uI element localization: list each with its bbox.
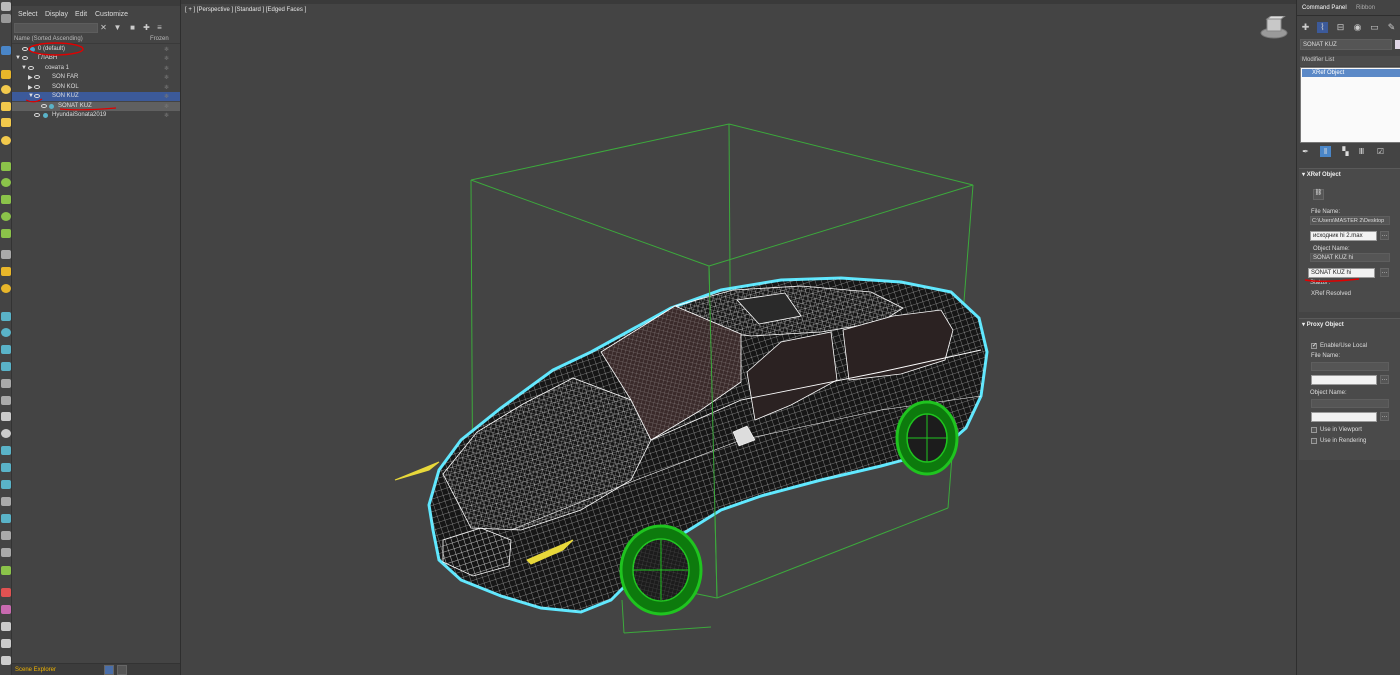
pin-icon[interactable]	[1, 312, 11, 321]
make-unique-icon[interactable]: ▚	[1340, 146, 1351, 157]
proxy-browse-object-button[interactable]: …	[1380, 412, 1389, 421]
proxy-object-display	[1311, 399, 1389, 408]
hierarchy-icon[interactable]: ⊟	[1335, 22, 1346, 33]
xref-browse-icon[interactable]: ⛓	[1313, 189, 1324, 200]
proxy-object-name-label: Object Name:	[1310, 390, 1347, 396]
proxy-file-name-label: File Name:	[1311, 353, 1341, 359]
sort-by-hierarchy-icon[interactable]	[117, 665, 127, 675]
window-icon[interactable]	[1, 639, 11, 648]
render-icon[interactable]	[1, 588, 11, 597]
utilities-icon[interactable]: ✎	[1386, 22, 1397, 33]
refresh-icon[interactable]	[1, 429, 11, 438]
path-icon[interactable]	[1, 480, 11, 489]
left-icon-toolbar	[0, 0, 12, 675]
crop-icon[interactable]	[1, 514, 11, 523]
object-name-display: SONAT KUZ hi	[1310, 253, 1390, 262]
grid-icon[interactable]	[1, 379, 11, 388]
red-annotation-marks	[25, 42, 117, 111]
tab-divider	[1297, 15, 1400, 16]
chevrons-icon[interactable]	[1, 566, 11, 575]
bulb-outline-icon[interactable]	[1, 548, 11, 557]
tab-command-panel[interactable]: Command Panel	[1302, 5, 1347, 11]
orbit-icon[interactable]	[1, 531, 11, 540]
settings-icon[interactable]	[1, 656, 11, 665]
display-icon[interactable]: ▭	[1369, 22, 1380, 33]
helper-icon[interactable]	[1, 212, 11, 221]
key-icon[interactable]	[1, 362, 11, 371]
file-name-label: File Name:	[1311, 209, 1341, 215]
configure-modifier-sets-icon[interactable]: ☑	[1375, 146, 1386, 157]
command-panel: Command Panel Ribbon ✚ ⌇ ⊟ ◉ ▭ ✎ SONAT K…	[1296, 0, 1400, 675]
perspective-viewport[interactable]: [ + ] [Perspective ] [Standard ] [Edged …	[180, 0, 1297, 675]
xref-object-rollout: ▾ XRef Object ⛓ File Name: C:\Users\MAST…	[1299, 168, 1400, 312]
object-name-label: Object Name:	[1313, 246, 1350, 252]
shapes-icon[interactable]	[1, 162, 11, 171]
lock-icon[interactable]	[1, 118, 11, 127]
modifier-list-dropdown[interactable]: Modifier List	[1300, 56, 1400, 66]
frame-icon[interactable]	[1, 463, 11, 472]
dots-icon[interactable]	[1, 345, 11, 354]
trophy-icon[interactable]	[1, 195, 11, 204]
bone-icon[interactable]	[1, 267, 11, 276]
camera-icon[interactable]	[1, 14, 11, 23]
proxy-file-name-field[interactable]	[1311, 375, 1377, 385]
graph-icon[interactable]	[1, 497, 11, 506]
tab-ribbon[interactable]: Ribbon	[1356, 5, 1375, 11]
modifier-stack[interactable]: XRef Object	[1300, 67, 1400, 143]
timer-icon[interactable]	[1, 284, 11, 293]
browse-object-button[interactable]: …	[1380, 268, 1389, 277]
red-underline-mark	[1304, 278, 1360, 282]
proxy-rollout-title[interactable]: ▾ Proxy Object	[1302, 321, 1344, 328]
arrow-icon[interactable]	[1, 446, 11, 455]
sun-icon[interactable]	[1, 136, 11, 145]
lamp-icon[interactable]	[1, 102, 11, 111]
use-in-viewport-checkbox[interactable]	[1311, 427, 1317, 433]
layers-icon[interactable]	[1, 46, 11, 55]
triangle-icon[interactable]	[1, 412, 11, 421]
proxy-browse-file-button[interactable]: …	[1380, 375, 1389, 384]
scene-explorer-footer: Scene Explorer	[12, 663, 180, 675]
modify-icon[interactable]: ⌇	[1317, 22, 1328, 33]
car-wireframe-scene	[394, 123, 989, 634]
object-color-swatch[interactable]	[1395, 40, 1400, 49]
file-path-field[interactable]: C:\Users\MASTER 2\Desktop	[1310, 216, 1390, 225]
proxy-object-rollout: ▾ Proxy Object ✓ Enable/Use Local File N…	[1299, 318, 1400, 460]
pin-stack-icon[interactable]: ✒	[1300, 146, 1311, 157]
particles-icon[interactable]	[1, 178, 11, 187]
link-icon[interactable]	[1, 250, 11, 259]
enable-use-local-label: Enable/Use Local	[1320, 343, 1368, 349]
teapot-icon[interactable]	[1, 622, 11, 631]
remove-modifier-icon[interactable]: Ⅲ	[1356, 146, 1367, 157]
proxy-file-path-field[interactable]	[1311, 362, 1389, 371]
enable-use-local-checkbox[interactable]: ✓	[1311, 343, 1317, 349]
viewcube-icon[interactable]	[1259, 16, 1289, 40]
use-in-rendering-label: Use in Rendering	[1320, 438, 1367, 444]
use-in-viewport-label: Use in Viewport	[1320, 427, 1362, 433]
scene-explorer-label[interactable]: Scene Explorer	[15, 667, 56, 673]
sort-by-layer-icon[interactable]	[104, 665, 114, 675]
create-icon[interactable]: ✚	[1300, 22, 1311, 33]
show-end-result-icon[interactable]: ‖	[1320, 146, 1331, 157]
light-bulb-icon[interactable]	[1, 85, 11, 94]
material-icon[interactable]	[1, 605, 11, 614]
filter-icon[interactable]	[1, 396, 11, 405]
motion-icon[interactable]: ◉	[1352, 22, 1363, 33]
status-value: XRef Resolved	[1311, 291, 1352, 297]
scene-explorer-panel: Select Display Edit Customize ✕ ▼ ■ ✚ ≡ …	[12, 0, 180, 675]
proxy-object-name-field[interactable]	[1311, 412, 1377, 422]
sphere-icon[interactable]	[1, 328, 11, 337]
use-in-rendering-checkbox[interactable]	[1311, 438, 1317, 444]
stack-item-xref-object[interactable]: XRef Object	[1302, 69, 1400, 77]
xref-rollout-title[interactable]: ▾ XRef Object	[1302, 171, 1341, 178]
folder-icon[interactable]	[1, 70, 11, 79]
spacewarp-icon[interactable]	[1, 229, 11, 238]
object-name-field[interactable]: SONAT KUZ	[1300, 39, 1392, 50]
house-icon[interactable]	[1, 2, 11, 11]
browse-file-button[interactable]: …	[1380, 231, 1389, 240]
file-name-field[interactable]: исходник hi 2.max	[1310, 231, 1377, 241]
